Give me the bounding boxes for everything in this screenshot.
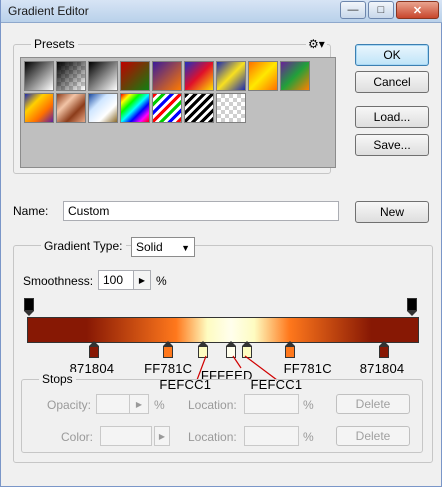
opacity-label: Opacity:: [47, 398, 92, 412]
triangle-right-icon: ▶: [135, 399, 143, 409]
color-location-input[interactable]: [244, 426, 299, 446]
opacity-unit: %: [154, 398, 165, 412]
opacity-slider-button[interactable]: ▶: [129, 394, 149, 414]
annotation-line-3: [244, 355, 278, 381]
gradient-editor-window: Gradient Editor — □ ✕ Presets ⚙▾ OK Canc…: [0, 0, 442, 487]
color-swatch-field[interactable]: [100, 426, 152, 446]
opacity-delete-button[interactable]: Delete: [336, 394, 410, 414]
color-label: Color:: [61, 430, 94, 444]
opacity-location-input[interactable]: [244, 394, 299, 414]
opacity-location-unit: %: [303, 398, 314, 412]
opacity-location-label: Location:: [188, 398, 237, 412]
color-location-unit: %: [303, 430, 314, 444]
triangle-right-icon: ▶: [158, 431, 166, 441]
color-menu-button[interactable]: ▶: [154, 426, 170, 446]
annotation-line-1: [196, 355, 207, 381]
stops-label: Stops: [39, 372, 76, 386]
opacity-input[interactable]: [96, 394, 130, 414]
color-delete-button[interactable]: Delete: [336, 426, 410, 446]
annotation-line-2: [232, 355, 242, 369]
color-location-label: Location:: [188, 430, 237, 444]
